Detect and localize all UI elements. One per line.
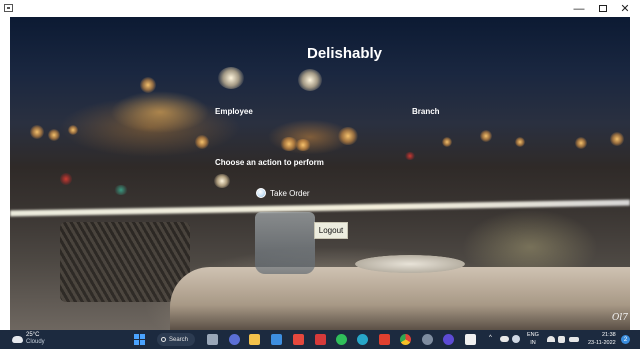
file-explorer-icon[interactable]: [207, 334, 218, 345]
photos-icon[interactable]: [315, 334, 326, 345]
app-window: Delishably Employee Branch Choose an act…: [10, 17, 630, 330]
whatsapp-icon[interactable]: [336, 334, 347, 345]
search-label: Search: [169, 336, 189, 343]
maximize-button[interactable]: [592, 0, 614, 17]
take-order-option[interactable]: Take Order: [256, 188, 310, 198]
cloud-icon: [12, 335, 23, 343]
system-clock[interactable]: 21:38 23-11-2022: [588, 331, 616, 347]
windows-start-icon[interactable]: [134, 334, 145, 345]
clock-time: 21:38: [601, 332, 616, 338]
weather-temperature: 25°C: [26, 332, 40, 338]
watermark-signature: Ol7: [612, 313, 628, 323]
onedrive-icon[interactable]: [500, 336, 509, 342]
minimize-button[interactable]: —: [568, 0, 590, 17]
clock-date: 23-11-2022: [588, 340, 616, 346]
store-icon[interactable]: [271, 334, 282, 345]
take-order-label[interactable]: Take Order: [270, 189, 310, 198]
volume-icon[interactable]: [558, 336, 565, 343]
edge-icon[interactable]: [357, 334, 368, 345]
language-indicator[interactable]: ENG IN: [527, 331, 539, 347]
wifi-icon[interactable]: [547, 336, 555, 342]
settings-icon[interactable]: [422, 334, 433, 345]
battery-icon[interactable]: [569, 337, 579, 342]
office-icon[interactable]: [293, 334, 304, 345]
weather-condition: Cloudy: [26, 339, 45, 345]
close-button[interactable]: ✕: [614, 0, 636, 17]
logout-button[interactable]: Logout: [314, 222, 348, 239]
maximize-icon: [599, 5, 607, 12]
search-icon: [161, 337, 166, 342]
notification-badge[interactable]: 2: [621, 335, 630, 344]
java-icon[interactable]: [465, 334, 476, 345]
folder-icon[interactable]: [249, 334, 260, 345]
weather-widget[interactable]: 25°C Cloudy: [12, 332, 45, 346]
taskbar-search[interactable]: Search: [157, 333, 195, 346]
action-prompt: Choose an action to perform: [215, 158, 324, 167]
tray-chevron-icon[interactable]: ^: [489, 335, 492, 341]
app-title: Delishably: [307, 45, 383, 62]
camera-icon[interactable]: [229, 334, 240, 345]
headset-icon[interactable]: [512, 335, 520, 343]
window-app-icon: [4, 4, 13, 12]
employee-label[interactable]: Employee: [215, 107, 253, 116]
take-order-radio[interactable]: [256, 188, 266, 198]
window-title-bar: — ✕: [0, 0, 640, 17]
taskbar: 25°C Cloudy Search ^ ENG IN 21:38 23-11-…: [0, 330, 640, 349]
media-icon[interactable]: [379, 334, 390, 345]
chrome-icon[interactable]: [400, 334, 411, 345]
branch-label[interactable]: Branch: [412, 107, 440, 116]
app-icon[interactable]: [443, 334, 454, 345]
